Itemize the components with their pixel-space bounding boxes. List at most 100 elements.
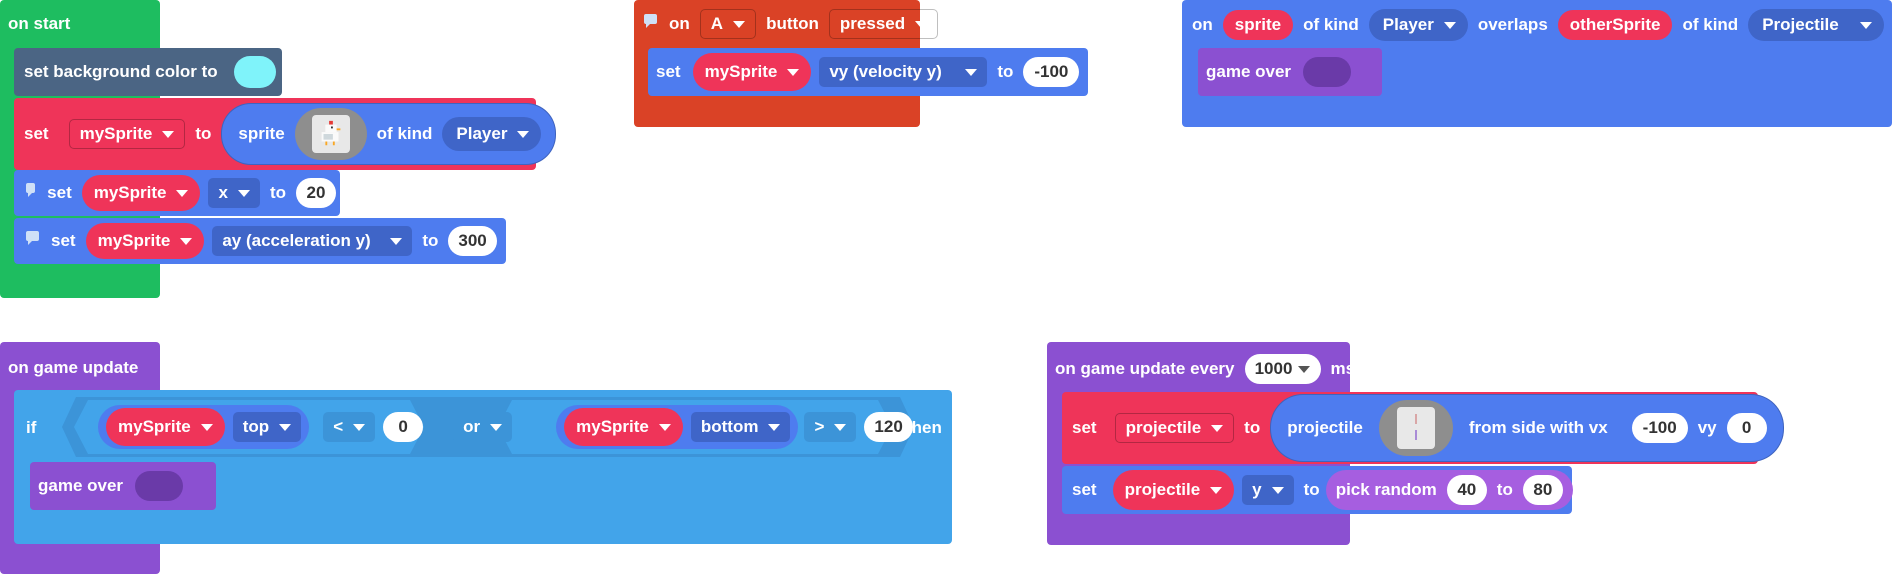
chevron-down-icon	[200, 423, 213, 431]
game-over-toggle[interactable]	[1303, 57, 1352, 87]
chevron-down-icon	[1298, 365, 1311, 373]
kind-dropdown[interactable]: Player	[442, 117, 542, 151]
variable-name: mySprite	[97, 231, 171, 250]
button-keyword: button	[766, 14, 819, 33]
interval-dropdown[interactable]: 1000	[1244, 354, 1321, 384]
value-input[interactable]: 0	[383, 412, 424, 442]
chevron-down-icon	[390, 237, 403, 245]
to-keyword: to	[997, 62, 1014, 81]
of-kind-keyword: of kind	[1303, 15, 1359, 34]
chevron-down-icon	[237, 189, 250, 197]
set-projectile-block[interactable]: set projectile to projectile from side w…	[1062, 392, 1784, 464]
pick-random-reporter[interactable]: pick random 40 to 80	[1325, 470, 1573, 510]
of-kind-keyword: of kind	[376, 124, 433, 143]
sprite-param-name: sprite	[1234, 15, 1282, 34]
value-input[interactable]: 300	[448, 226, 497, 256]
operator-dropdown[interactable]: <	[323, 412, 376, 442]
event-name: pressed	[839, 14, 906, 33]
value-input[interactable]: 20	[296, 178, 336, 208]
variable-dropdown[interactable]: mySprite	[68, 119, 186, 149]
chevron-down-icon	[279, 423, 292, 431]
property-dropdown[interactable]: bottom	[690, 412, 791, 442]
chevron-down-icon	[768, 423, 781, 431]
on-keyword: on	[669, 14, 690, 33]
set-sprite-block[interactable]: set mySprite to sprite of kind Player	[14, 98, 557, 170]
variable-dropdown[interactable]: mySprite	[85, 223, 205, 259]
game-over-block[interactable]: game over	[1198, 48, 1382, 96]
comment-icon[interactable]	[644, 14, 657, 28]
chevron-down-icon	[490, 423, 503, 431]
property-dropdown[interactable]: top	[232, 412, 302, 442]
property-dropdown[interactable]: y	[1242, 475, 1294, 505]
of-kind-keyword: of kind	[1682, 15, 1739, 34]
variable-dropdown[interactable]: projectile	[1112, 470, 1235, 510]
set-keyword: set	[47, 183, 72, 202]
or-dropdown[interactable]: or	[453, 412, 513, 442]
on-start-label: on start	[8, 14, 71, 33]
random-min-input[interactable]: 40	[1446, 475, 1487, 505]
game-over-label: game over	[38, 476, 124, 495]
button-dropdown[interactable]: A	[699, 9, 757, 39]
property-name: ay (acceleration y)	[222, 231, 371, 250]
left-sprite-property[interactable]: mySprite top	[98, 405, 310, 449]
operator-symbol: >	[814, 417, 825, 436]
event-dropdown[interactable]: pressed	[828, 9, 939, 39]
set-background-block[interactable]: set background color to	[14, 48, 282, 96]
right-sprite-property[interactable]: mySprite bottom	[556, 405, 799, 449]
interval-value: 1000	[1254, 359, 1293, 378]
to-keyword: to	[422, 231, 439, 250]
set-projectile-y-block[interactable]: set projectile y to pick random 40 to 80	[1062, 466, 1573, 514]
chevron-down-icon	[965, 68, 978, 76]
set-ay-block[interactable]: set mySprite ay (acceleration y) to 300	[14, 218, 506, 264]
duck-sprite-icon	[321, 120, 341, 146]
kind-dropdown[interactable]: Player	[1368, 9, 1468, 41]
set-keyword: set	[656, 62, 681, 81]
other-sprite-param[interactable]: otherSprite	[1557, 10, 1673, 40]
value-input[interactable]: -100	[1023, 57, 1080, 87]
to-keyword: to	[1303, 480, 1320, 499]
set-keyword: set	[51, 231, 76, 250]
operator-dropdown[interactable]: >	[804, 412, 857, 442]
comment-icon[interactable]	[26, 183, 36, 197]
game-over-toggle[interactable]	[135, 471, 184, 501]
comment-icon[interactable]	[26, 231, 39, 245]
sprite-param[interactable]: sprite	[1222, 10, 1294, 40]
to-keyword: to	[195, 124, 212, 143]
chevron-down-icon	[658, 423, 671, 431]
chevron-down-icon	[353, 423, 366, 431]
variable-dropdown[interactable]: mySprite	[564, 408, 683, 446]
property-dropdown[interactable]: vy (velocity y)	[819, 57, 988, 87]
projectile-create-reporter[interactable]: projectile from side with vx -100 vy 0	[1270, 394, 1784, 462]
kind-dropdown[interactable]: Projectile	[1748, 9, 1885, 41]
chevron-down-icon	[1443, 21, 1456, 29]
projectile-sprite-icon	[1414, 414, 1417, 440]
variable-dropdown[interactable]: mySprite	[692, 53, 812, 91]
sprite-create-reporter[interactable]: sprite of kind Player	[221, 103, 557, 165]
chevron-down-icon	[517, 130, 530, 138]
set-x-block[interactable]: set mySprite x to 20	[14, 170, 340, 216]
property-dropdown[interactable]: ay (acceleration y)	[212, 226, 413, 256]
other-sprite-param-name: otherSprite	[1569, 15, 1661, 34]
then-keyword: then	[906, 418, 942, 437]
vy-keyword: vy	[1697, 418, 1717, 437]
vy-input[interactable]: 0	[1726, 413, 1767, 443]
sprite-image-slot[interactable]	[294, 108, 367, 160]
on-keyword: on	[1192, 15, 1213, 34]
property-dropdown[interactable]: x	[208, 178, 260, 208]
chevron-down-icon	[176, 189, 189, 197]
projectile-image-slot[interactable]	[1378, 400, 1453, 456]
color-swatch[interactable]	[233, 56, 276, 88]
variable-name: mySprite	[576, 417, 649, 436]
variable-dropdown[interactable]: mySprite	[81, 175, 201, 211]
chevron-down-icon	[1211, 424, 1224, 432]
vx-input[interactable]: -100	[1631, 413, 1688, 443]
variable-dropdown[interactable]: mySprite	[106, 408, 225, 446]
or-keyword: or	[463, 417, 481, 436]
property-name: top	[242, 417, 270, 436]
game-over-block[interactable]: game over	[30, 462, 216, 510]
variable-dropdown[interactable]: projectile	[1114, 413, 1235, 443]
random-max-input[interactable]: 80	[1522, 475, 1563, 505]
variable-name: projectile	[1125, 418, 1202, 437]
set-vy-block[interactable]: set mySprite vy (velocity y) to -100	[648, 48, 1088, 96]
sprite-keyword: sprite	[238, 124, 285, 143]
